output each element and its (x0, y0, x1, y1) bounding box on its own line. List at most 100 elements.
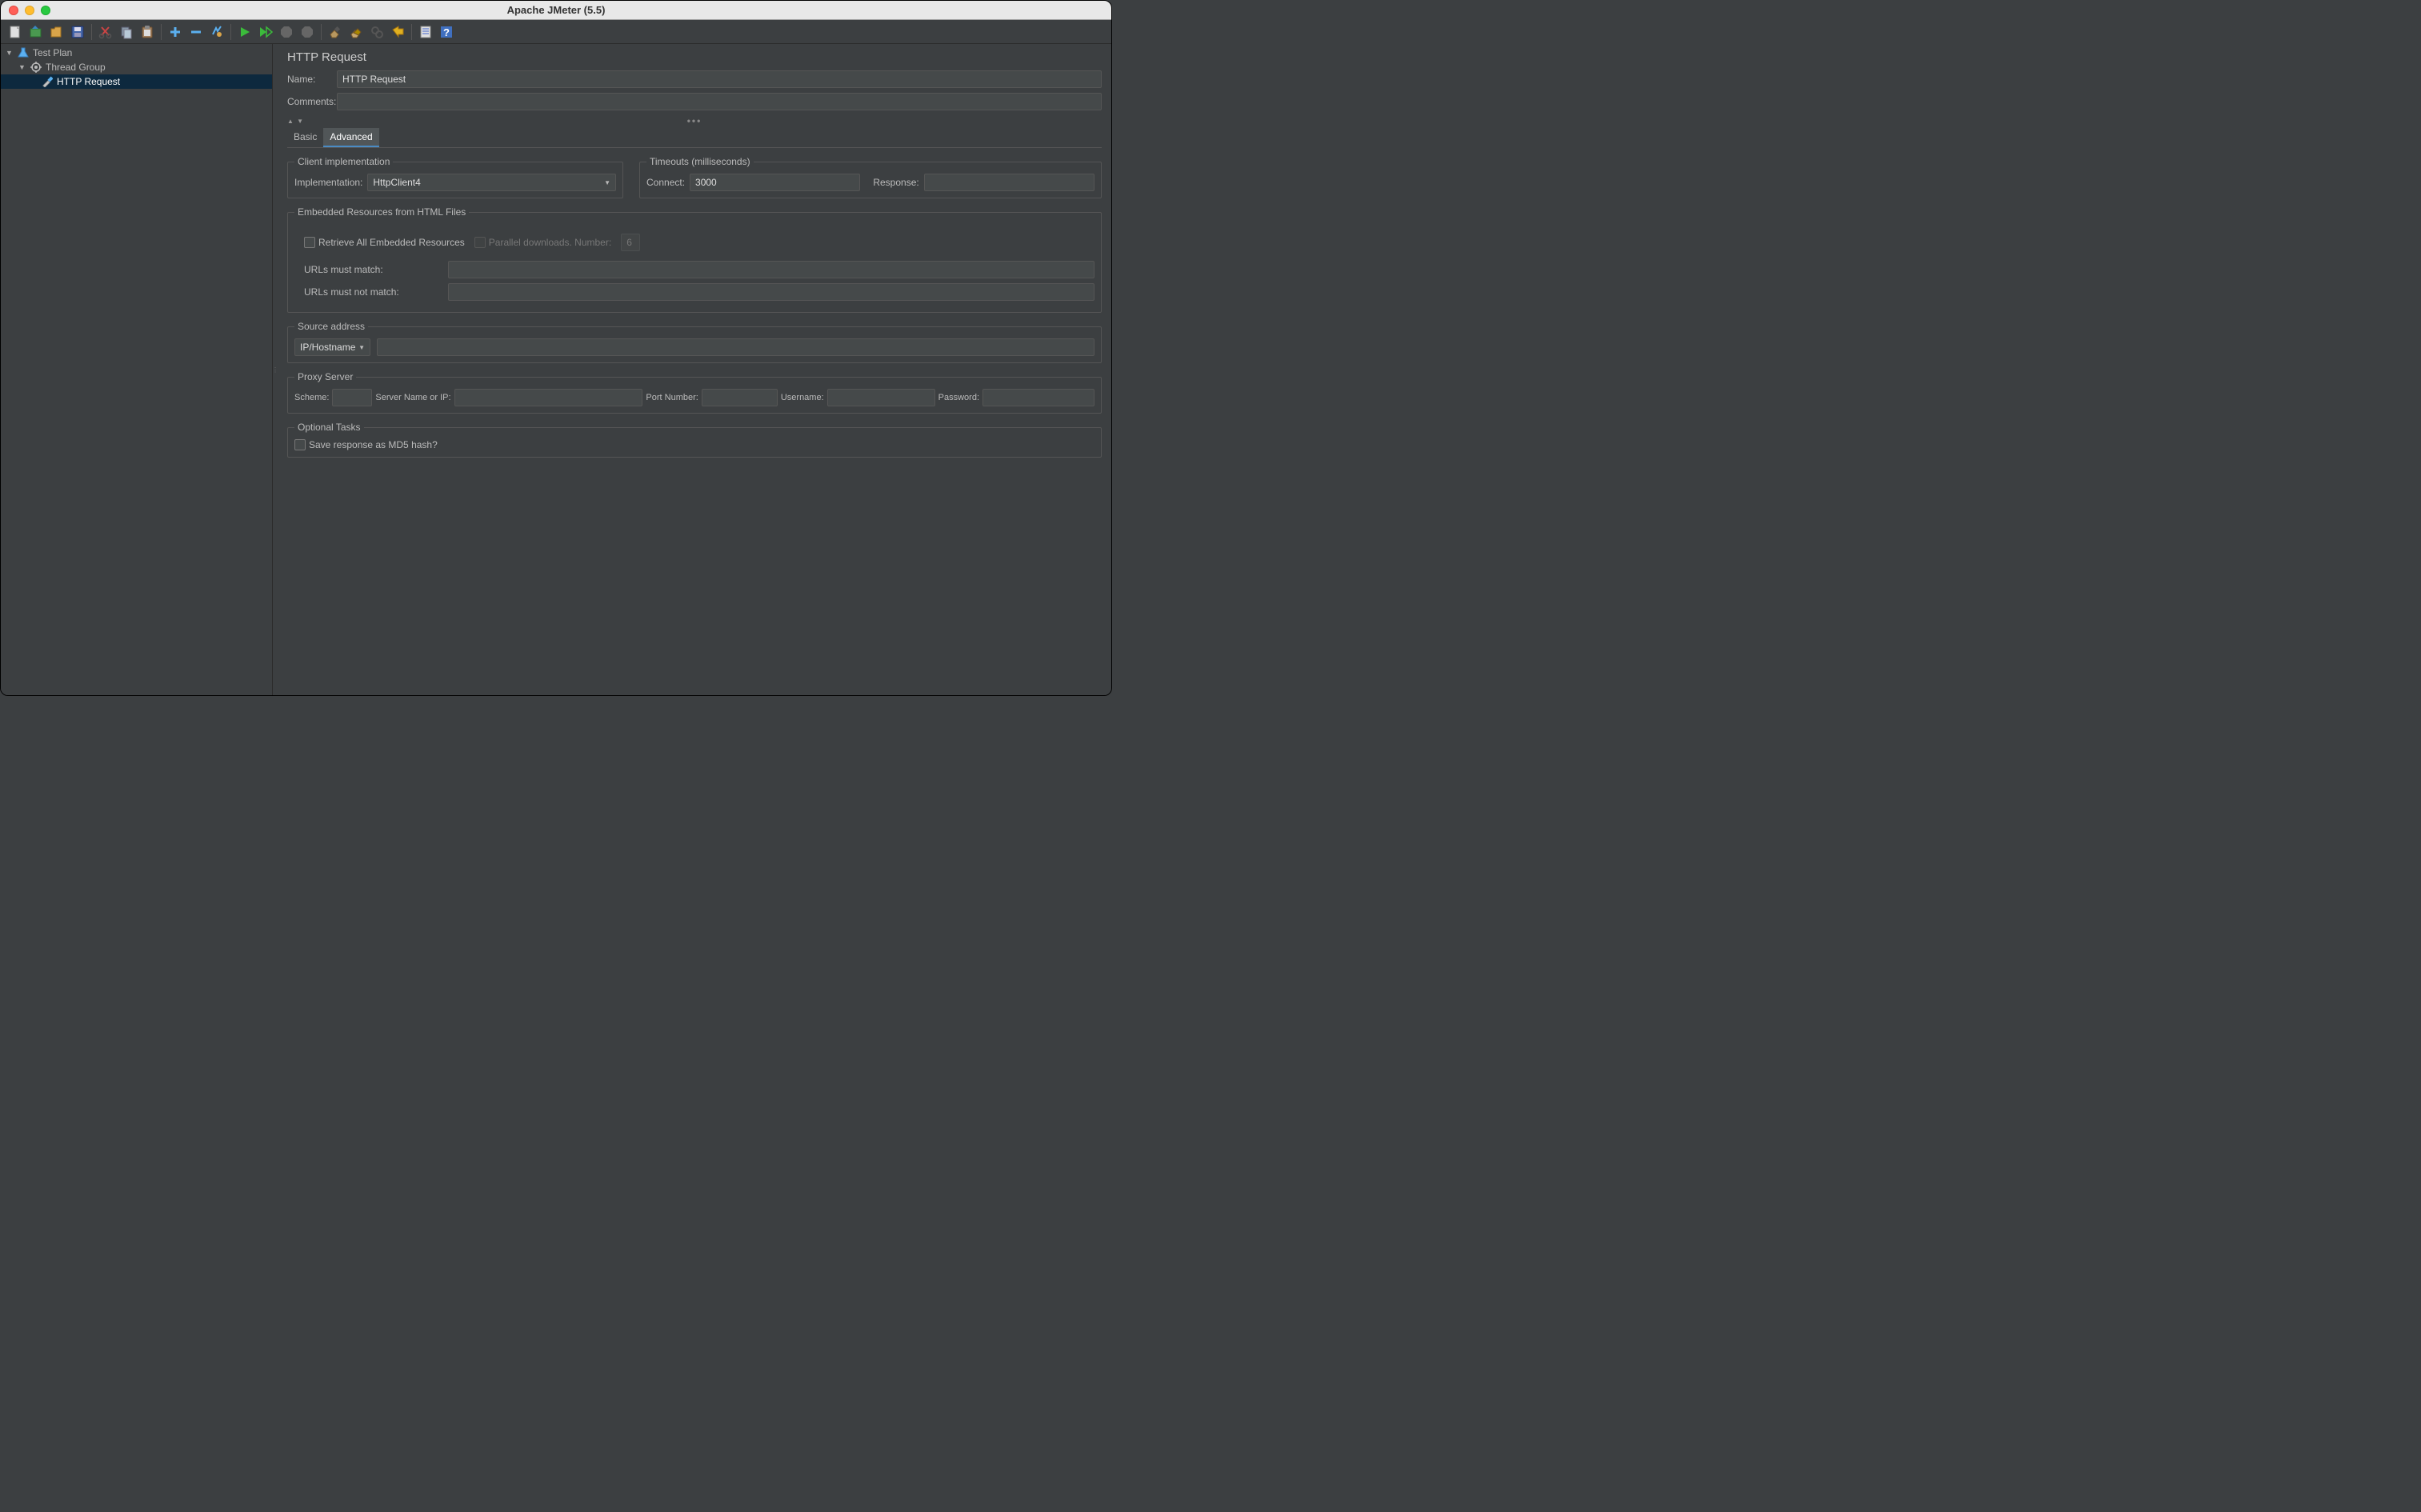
optional-legend: Optional Tasks (294, 422, 364, 433)
urls-match-input[interactable] (448, 261, 1094, 278)
scheme-label: Scheme: (294, 393, 329, 402)
minimize-window-button[interactable] (25, 6, 34, 15)
tree-label: HTTP Request (57, 76, 120, 87)
response-input[interactable] (924, 174, 1094, 191)
tree-item-http-request[interactable]: HTTP Request (1, 74, 272, 89)
username-label: Username: (781, 393, 824, 402)
zoom-window-button[interactable] (41, 6, 50, 15)
server-label: Server Name or IP: (375, 393, 450, 402)
shutdown-button[interactable] (298, 22, 317, 42)
copy-button[interactable] (117, 22, 136, 42)
flask-icon (17, 46, 30, 59)
tree-label: Thread Group (46, 62, 106, 73)
name-label: Name: (287, 74, 337, 85)
chevron-down-icon: ▼ (604, 179, 610, 186)
timeouts-fieldset: Timeouts (milliseconds) Connect: Respons… (639, 156, 1102, 198)
collapse-divider[interactable]: ▲ ▼ ••• (287, 115, 1102, 126)
tree-panel: ▼ Test Plan ▼ Thread Group HTTP Request (1, 44, 273, 695)
source-type-select[interactable]: IP/Hostname ▼ (294, 338, 370, 356)
tab-basic[interactable]: Basic (287, 128, 323, 147)
optional-tasks-fieldset: Optional Tasks Save response as MD5 hash… (287, 422, 1102, 458)
source-type-value: IP/Hostname (300, 342, 355, 353)
chevron-down-icon[interactable]: ▼ (6, 49, 14, 57)
cut-button[interactable] (96, 22, 115, 42)
tab-advanced[interactable]: Advanced (323, 128, 378, 147)
app-window: Apache JMeter (5.5) ? ▼ (0, 0, 1112, 696)
svg-text:?: ? (443, 26, 450, 38)
tree-label: Test Plan (33, 47, 72, 58)
toolbar: ? (1, 20, 1111, 44)
urls-notmatch-input[interactable] (448, 283, 1094, 301)
md5-label: Save response as MD5 hash? (309, 439, 438, 450)
chevron-down-icon: ▼ (358, 344, 365, 351)
proxy-server-fieldset: Proxy Server Scheme: Server Name or IP: … (287, 371, 1102, 414)
start-no-pause-button[interactable] (256, 22, 275, 42)
toolbar-separator (161, 24, 162, 40)
retrieve-checkbox[interactable] (304, 237, 315, 248)
gear-icon (30, 61, 42, 74)
client-impl-legend: Client implementation (294, 156, 393, 167)
save-button[interactable] (68, 22, 87, 42)
implementation-value: HttpClient4 (373, 177, 420, 188)
dropper-icon (41, 75, 54, 88)
comments-input[interactable] (337, 93, 1102, 110)
tree-item-test-plan[interactable]: ▼ Test Plan (1, 46, 272, 60)
open-button[interactable] (47, 22, 66, 42)
source-address-input[interactable] (377, 338, 1094, 356)
port-input[interactable] (702, 389, 778, 406)
response-label: Response: (873, 177, 918, 188)
comments-label: Comments: (287, 96, 337, 107)
md5-checkbox-row[interactable]: Save response as MD5 hash? (294, 439, 1094, 450)
paste-button[interactable] (138, 22, 157, 42)
implementation-label: Implementation: (294, 177, 362, 188)
name-input[interactable] (337, 70, 1102, 88)
source-legend: Source address (294, 321, 368, 332)
toolbar-separator (91, 24, 92, 40)
search-button[interactable] (367, 22, 386, 42)
urls-notmatch-label: URLs must not match: (304, 286, 448, 298)
toolbar-separator (321, 24, 322, 40)
parallel-checkbox (474, 237, 486, 248)
retrieve-label: Retrieve All Embedded Resources (318, 237, 465, 248)
scheme-input[interactable] (332, 389, 372, 406)
server-input[interactable] (454, 389, 643, 406)
ellipsis-icon: ••• (687, 115, 702, 126)
new-button[interactable] (6, 22, 25, 42)
templates-button[interactable] (26, 22, 46, 42)
source-address-fieldset: Source address IP/Hostname ▼ (287, 321, 1102, 363)
help-button[interactable]: ? (437, 22, 456, 42)
implementation-select[interactable]: HttpClient4 ▼ (367, 174, 616, 191)
proxy-legend: Proxy Server (294, 371, 356, 382)
embedded-legend: Embedded Resources from HTML Files (294, 206, 469, 218)
toolbar-separator (411, 24, 412, 40)
clear-button[interactable] (326, 22, 345, 42)
expand-button[interactable] (166, 22, 185, 42)
close-window-button[interactable] (9, 6, 18, 15)
urls-match-label: URLs must match: (304, 264, 448, 275)
collapse-button[interactable] (186, 22, 206, 42)
window-controls (1, 6, 50, 15)
toolbar-separator (230, 24, 231, 40)
embedded-resources-fieldset: Embedded Resources from HTML Files Retri… (287, 206, 1102, 313)
connect-label: Connect: (646, 177, 685, 188)
retrieve-checkbox-row[interactable]: Retrieve All Embedded Resources (304, 237, 465, 248)
connect-input[interactable] (690, 174, 860, 191)
content-panel: HTTP Request Name: Comments: ▲ ▼ ••• Bas… (278, 44, 1111, 695)
chevron-down-icon[interactable]: ▼ (18, 63, 26, 71)
reset-search-button[interactable] (388, 22, 407, 42)
stop-button[interactable] (277, 22, 296, 42)
md5-checkbox[interactable] (294, 439, 306, 450)
client-implementation-fieldset: Client implementation Implementation: Ht… (287, 156, 623, 198)
clear-all-button[interactable] (346, 22, 366, 42)
function-helper-button[interactable] (416, 22, 435, 42)
tree-item-thread-group[interactable]: ▼ Thread Group (1, 60, 272, 74)
start-button[interactable] (235, 22, 254, 42)
password-input[interactable] (982, 389, 1094, 406)
port-label: Port Number: (646, 393, 698, 402)
password-label: Password: (938, 393, 979, 402)
username-input[interactable] (827, 389, 935, 406)
main-body: ▼ Test Plan ▼ Thread Group HTTP Request … (1, 44, 1111, 695)
collapse-arrows-icon: ▲ ▼ (287, 118, 304, 125)
page-title: HTTP Request (287, 50, 1102, 64)
toggle-button[interactable] (207, 22, 226, 42)
